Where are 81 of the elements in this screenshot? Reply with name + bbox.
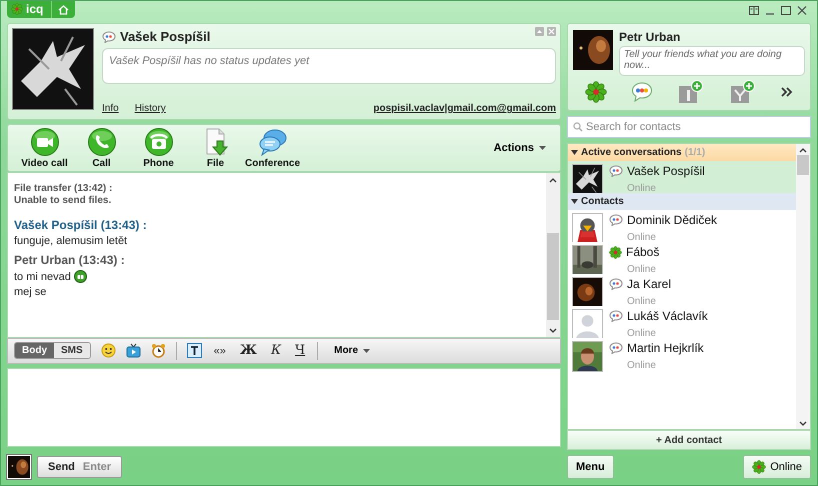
speech-bubble-icon	[609, 310, 623, 322]
emoticon-icon	[74, 270, 87, 283]
message-input[interactable]	[7, 368, 561, 447]
flower-icon	[752, 460, 766, 474]
actions-menu[interactable]: Actions	[488, 140, 552, 155]
speech-bubble-icon	[609, 342, 623, 354]
tab-link[interactable]: Info	[102, 103, 119, 114]
desk-phone-icon	[144, 126, 174, 157]
network-button[interactable]	[729, 80, 757, 104]
expand-icon	[571, 150, 578, 155]
flower-icon	[11, 3, 23, 15]
message-header: Petr Urban (13:43) :	[14, 252, 126, 267]
mode-tab[interactable]: SMS	[54, 343, 90, 358]
message-text: funguje, alemusim letět	[14, 234, 128, 247]
group-header[interactable]: Active conversations (1/1)	[568, 144, 796, 161]
speech-bubble-icon	[609, 165, 623, 177]
message-header: File transfer (13:42) :	[14, 182, 114, 194]
add-network-icon	[677, 80, 705, 104]
scroll-up-icon[interactable]	[799, 147, 807, 153]
close-icon[interactable]	[797, 6, 807, 15]
message-header: Vašek Pospíšil (13:43) :	[14, 218, 148, 232]
format-button[interactable]: К	[268, 343, 284, 358]
status-button[interactable]: Online	[743, 455, 811, 479]
send-button[interactable]: Send Enter	[37, 456, 122, 478]
network-button[interactable]	[677, 80, 705, 104]
add-contact-button[interactable]: + Add contact	[567, 430, 811, 450]
mode-tab[interactable]: Body	[15, 343, 54, 358]
status-input[interactable]: Tell your friends what you are doing now...	[619, 46, 805, 76]
format-button[interactable]: «»	[212, 344, 228, 357]
home-icon	[58, 4, 70, 14]
caret-icon	[363, 348, 370, 353]
caret-icon	[539, 146, 546, 150]
text-style-icon[interactable]	[186, 343, 202, 358]
message-text: to mi nevad	[14, 270, 71, 283]
contact-item[interactable]: Vašek Pospíšil Online	[568, 161, 796, 193]
scroll-thumb[interactable]	[547, 232, 559, 320]
contact-name: Vašek Pospíšil	[120, 29, 210, 44]
profile-name: Petr Urban	[619, 30, 682, 44]
format-button[interactable]: Ж	[238, 343, 259, 358]
panel-toggle-icon[interactable]	[749, 6, 759, 15]
action-button[interactable]: Video call	[16, 126, 73, 169]
group-header[interactable]: Contacts	[568, 193, 796, 210]
speech-bubble-icon	[631, 82, 653, 102]
speech-bubble-icon	[102, 30, 116, 42]
action-button[interactable]: File	[187, 126, 244, 169]
action-button[interactable]: Call	[73, 126, 130, 169]
speech-bubble-icon	[609, 278, 623, 290]
status-bubble: Vašek Pospíšil has no status updates yet	[102, 48, 556, 84]
expand-icon	[571, 199, 578, 204]
email-link[interactable]: pospisil.vaclav|gmail.com@gmail.com	[373, 103, 556, 114]
menu-button[interactable]: Menu	[567, 455, 614, 479]
scrollbar[interactable]	[796, 144, 810, 429]
network-button[interactable]	[631, 82, 653, 102]
tab-link[interactable]: History	[134, 103, 166, 114]
format-button[interactable]: Ч	[293, 343, 308, 358]
scrollbar[interactable]	[546, 172, 560, 338]
phone-handset-icon	[86, 126, 116, 157]
message-text: mej se	[14, 286, 46, 298]
tv-icon[interactable]	[126, 343, 141, 358]
add-network-icon	[729, 80, 757, 104]
network-button[interactable]	[585, 81, 607, 103]
video-camera-icon	[30, 126, 60, 157]
more-menu[interactable]: More	[328, 344, 376, 358]
smiley-icon[interactable]	[100, 343, 116, 358]
alarm-clock-icon[interactable]	[150, 343, 166, 358]
double-chevron-icon	[781, 87, 793, 97]
message-text: Unable to send files.	[14, 194, 112, 206]
scroll-down-icon[interactable]	[549, 328, 557, 334]
chat-bubbles-icon	[258, 126, 288, 157]
search-icon	[573, 122, 583, 132]
scroll-thumb[interactable]	[797, 155, 809, 175]
more-networks-button[interactable]	[781, 87, 793, 97]
action-button[interactable]: Conference	[244, 126, 301, 169]
scroll-up-icon[interactable]	[549, 176, 557, 183]
flower-icon	[609, 246, 622, 258]
speech-bubble-icon	[609, 214, 623, 226]
maximize-icon[interactable]	[781, 6, 791, 15]
action-button[interactable]: Phone	[130, 126, 187, 169]
search-field[interactable]: Search for contacts	[567, 116, 811, 138]
flower-icon	[585, 81, 607, 103]
scroll-down-icon[interactable]	[799, 421, 807, 427]
